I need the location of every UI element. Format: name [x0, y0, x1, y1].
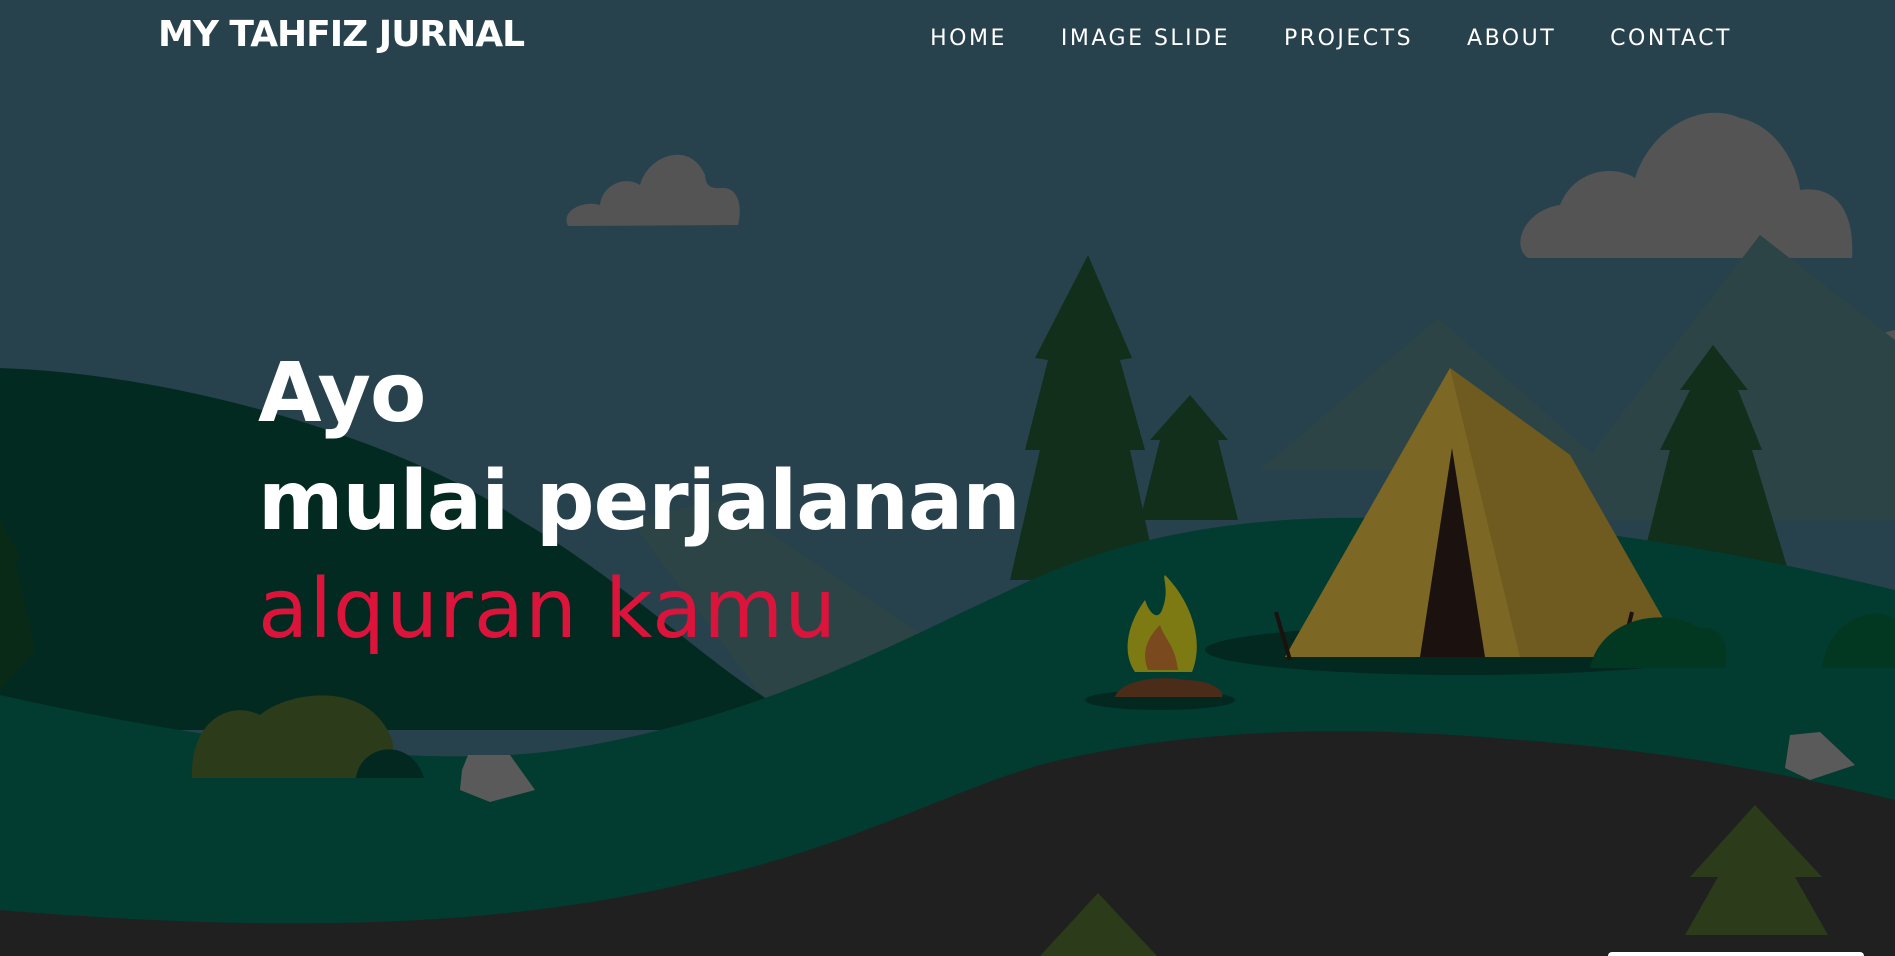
- hero-line-3-accent: alquran kamu: [258, 562, 838, 657]
- hero-line-2: mulai perjalanan: [258, 454, 1021, 549]
- site-logo[interactable]: MY TAHFIZ JURNAL: [158, 14, 525, 55]
- landing-page: MY TAHFIZ JURNAL HOME IMAGE SLIDE PROJEC…: [0, 0, 1895, 956]
- nav-contact-link[interactable]: CONTACT: [1610, 26, 1732, 51]
- hero-line-1: Ayo: [258, 346, 426, 441]
- nav-projects-link[interactable]: PROJECTS: [1284, 26, 1413, 51]
- nav-home-link[interactable]: HOME: [930, 26, 1007, 51]
- nav-about-link[interactable]: ABOUT: [1467, 26, 1556, 51]
- nav-image-slide-link[interactable]: IMAGE SLIDE: [1061, 26, 1230, 51]
- nav-menu: HOME IMAGE SLIDE PROJECTS ABOUT CONTACT: [930, 26, 1732, 51]
- hero-heading: Ayo mulai perjalanan alquran kamu: [258, 340, 1021, 664]
- bottom-widget-edge[interactable]: [1608, 952, 1864, 956]
- navbar: MY TAHFIZ JURNAL HOME IMAGE SLIDE PROJEC…: [0, 0, 1895, 80]
